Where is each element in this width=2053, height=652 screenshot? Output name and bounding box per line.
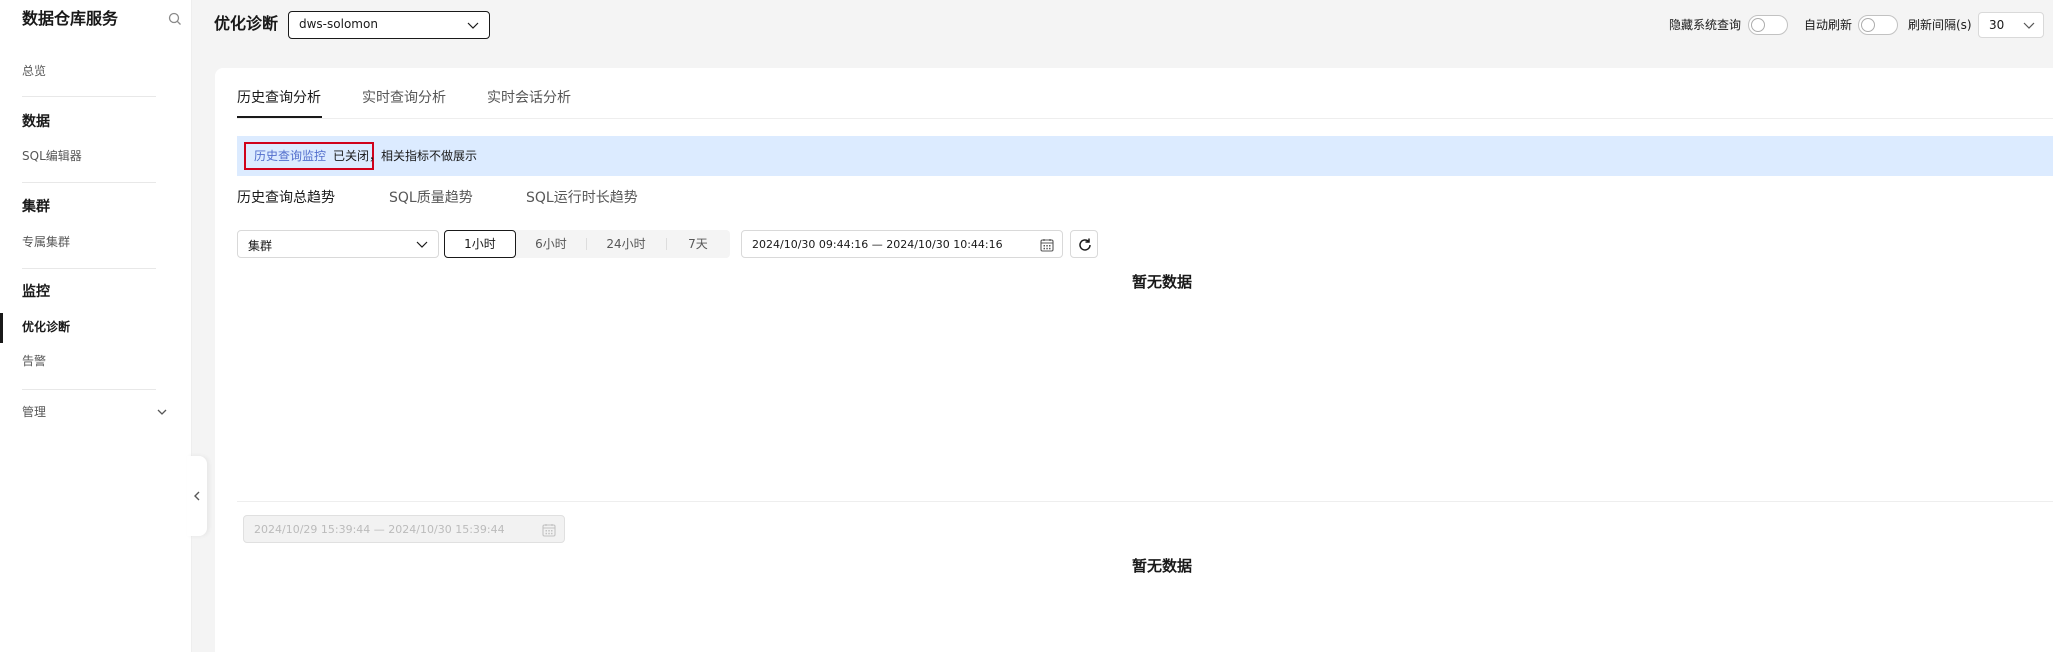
instance-select-value: dws-solomon — [299, 17, 378, 31]
auto-refresh-label: 自动刷新 — [1804, 18, 1853, 32]
auto-refresh-toggle[interactable] — [1858, 15, 1898, 35]
range-1h-button[interactable]: 1小时 — [444, 230, 516, 258]
tab-history-query[interactable]: 历史查询分析 — [237, 88, 321, 108]
empty-state-text: 暂无数据 — [1132, 273, 1193, 291]
search-icon[interactable] — [168, 12, 182, 26]
cluster-select-placeholder: 集群 — [248, 239, 273, 253]
info-banner: 历史查询监控 已关闭，相关指标不做展示 — [237, 136, 2053, 176]
chevron-down-icon — [2023, 22, 2035, 29]
main-card: 历史查询分析 实时查询分析 实时会话分析 历史查询监控 已关闭，相关指标不做展示… — [215, 68, 2053, 652]
empty-state-text: 暂无数据 — [1132, 557, 1193, 575]
subtab-sql-quality[interactable]: SQL质量趋势 — [389, 188, 473, 208]
tab-realtime-session[interactable]: 实时会话分析 — [487, 88, 571, 108]
sidebar-divider — [22, 268, 156, 269]
toggle-knob — [1861, 18, 1875, 32]
calendar-icon — [542, 524, 556, 537]
sidebar-divider — [22, 182, 156, 183]
range-24h-button[interactable]: 24小时 — [586, 230, 666, 258]
top-bar: 优化诊断 dws-solomon 隐藏系统查询 自动刷新 刷新间隔(s) 30 — [192, 0, 2053, 50]
history-monitor-link[interactable]: 历史查询监控 — [254, 149, 326, 163]
chevron-left-icon — [194, 491, 200, 501]
banner-text: 已关闭，相关指标不做展示 — [333, 149, 478, 163]
sidebar-item-overview[interactable]: 总览 — [22, 62, 46, 80]
refresh-interval-value: 30 — [1989, 18, 2005, 32]
service-title: 数据仓库服务 — [22, 9, 119, 28]
page-title: 优化诊断 — [214, 14, 279, 33]
refresh-button[interactable] — [1070, 230, 1098, 258]
date-range-disabled-value: 2024/10/29 15:39:44 — 2024/10/30 15:39:4… — [254, 523, 505, 536]
sidebar-divider — [22, 389, 156, 390]
chevron-down-icon — [467, 22, 479, 29]
range-6h-button[interactable]: 6小时 — [516, 230, 586, 258]
date-range-picker-disabled: 2024/10/29 15:39:44 — 2024/10/30 15:39:4… — [243, 515, 565, 543]
sidebar-item-optimize[interactable]: 优化诊断 — [22, 318, 70, 336]
hide-system-query-toggle[interactable] — [1748, 15, 1788, 35]
sidebar-item-alarm[interactable]: 告警 — [22, 352, 46, 370]
sidebar-group-cluster: 集群 — [22, 199, 50, 215]
sidebar-collapse-button[interactable] — [187, 456, 207, 536]
subtab-history-trend[interactable]: 历史查询总趋势 — [237, 188, 335, 208]
sidebar-item-dedicated-cluster[interactable]: 专属集群 — [22, 233, 70, 251]
sidebar-group-data: 数据 — [22, 114, 50, 130]
sidebar-item-manage[interactable]: 管理 — [22, 403, 46, 421]
sidebar-divider — [22, 96, 156, 97]
date-range-picker[interactable]: 2024/10/30 09:44:16 — 2024/10/30 10:44:1… — [741, 230, 1063, 258]
sidebar-group-monitor: 监控 — [22, 284, 50, 300]
sidebar-header: 数据仓库服务 — [22, 8, 182, 30]
chevron-down-icon — [416, 241, 428, 248]
cluster-select[interactable]: 集群 — [237, 230, 439, 258]
instance-select[interactable]: dws-solomon — [288, 11, 490, 39]
date-range-value: 2024/10/30 09:44:16 — 2024/10/30 10:44:1… — [752, 238, 1003, 251]
refresh-interval-label: 刷新间隔(s) — [1908, 18, 1972, 32]
chevron-down-icon[interactable] — [156, 406, 168, 418]
sidebar-item-sql-editor[interactable]: SQL编辑器 — [22, 147, 82, 165]
calendar-icon — [1040, 239, 1054, 252]
sidebar: 数据仓库服务 总览 数据 SQL编辑器 集群 专属集群 监控 优化诊断 告警 管… — [0, 0, 192, 652]
refresh-icon — [1079, 238, 1091, 251]
refresh-interval-select[interactable]: 30 — [1978, 12, 2044, 38]
time-range-group: 1小时 6小时 24小时 7天 — [444, 230, 730, 258]
range-7d-button[interactable]: 7天 — [666, 230, 730, 258]
section-divider — [237, 501, 2053, 502]
toggle-knob — [1751, 18, 1765, 32]
hide-system-query-label: 隐藏系统查询 — [1669, 18, 1742, 32]
subtab-sql-duration[interactable]: SQL运行时长趋势 — [526, 188, 638, 208]
tabs-divider — [237, 118, 2053, 119]
tab-realtime-query[interactable]: 实时查询分析 — [362, 88, 446, 108]
active-indicator — [0, 313, 3, 343]
